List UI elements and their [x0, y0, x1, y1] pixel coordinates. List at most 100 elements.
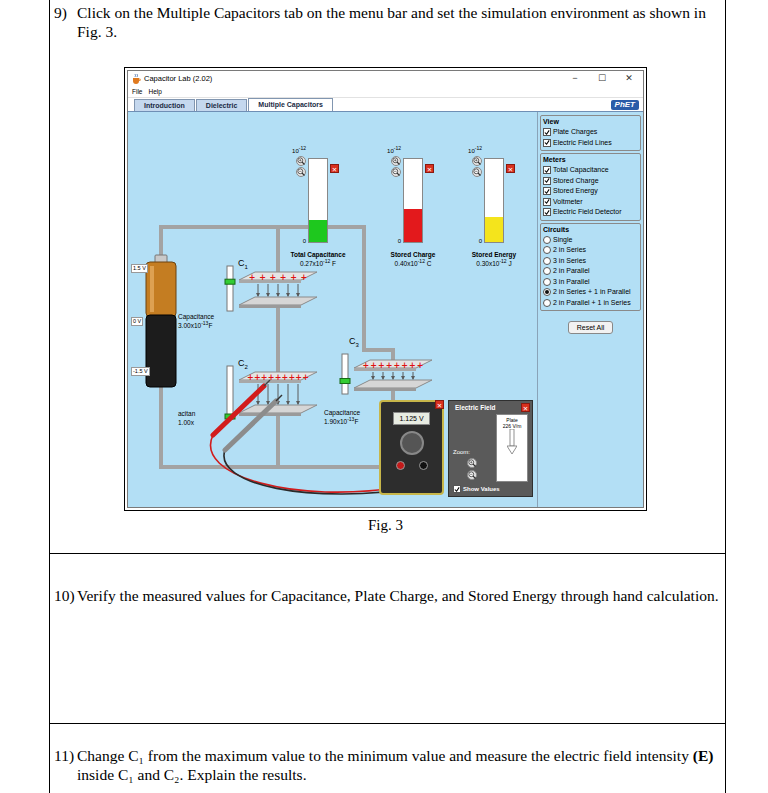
tab[interactable]: Multiple Capacitors [248, 98, 333, 111]
radio-button[interactable] [543, 236, 551, 244]
check-icon [544, 139, 550, 146]
plate-charge: + [288, 373, 295, 382]
radio-option[interactable]: 2 in Series [543, 245, 638, 256]
field-detector[interactable]: Electric Field✕Zoom:Plate226 V/mShow Val… [448, 400, 533, 497]
check-icon [544, 177, 550, 184]
radio-button[interactable] [543, 257, 551, 265]
tab[interactable]: Dielectric [196, 99, 248, 111]
plate-charge: + [378, 361, 385, 370]
plate-charge: + [247, 373, 254, 382]
wire [276, 308, 280, 372]
slider-thumb[interactable] [340, 379, 350, 384]
radio-option[interactable]: 2 in Parallel [543, 266, 638, 277]
checkbox[interactable] [543, 187, 551, 195]
capacitance-value: 3.00x10-13F [178, 321, 214, 330]
window-control-button[interactable]: − [563, 71, 587, 86]
question-section: 10)Verify the measured values for Capaci… [50, 554, 725, 724]
checkbox-option[interactable]: Stored Charge [543, 176, 638, 187]
option-label: 2 in Series [553, 245, 586, 256]
capacitance-slider[interactable] [340, 354, 350, 394]
radio-button[interactable] [543, 278, 551, 286]
option-label: Electric Field Lines [553, 138, 612, 149]
show-values-checkbox[interactable]: Show Values [449, 482, 532, 496]
bar-meter[interactable]: 10-120✕Stored Charge0.40x10-12 C [373, 146, 453, 268]
checkbox[interactable] [543, 139, 551, 147]
zoom-button[interactable] [391, 156, 401, 166]
slider-thumb[interactable] [225, 414, 235, 419]
bar-meter[interactable]: 10-120✕Stored Energy0.30x10-12 J [454, 146, 534, 268]
checkbox-option[interactable]: Electric Field Lines [543, 138, 638, 149]
magnifier-icon [473, 157, 481, 165]
zoom-button[interactable] [467, 458, 477, 468]
checkbox-option[interactable]: Total Capacitance [543, 165, 638, 176]
phet-logo: PhET [611, 100, 639, 110]
question-item: 9)Click on the Multiple Capacitors tab o… [54, 3, 721, 41]
plate-charge: + [259, 273, 266, 282]
zoom-button[interactable] [296, 167, 306, 177]
zoom-button[interactable] [472, 167, 482, 177]
capacitance-value: 1.00x [178, 418, 195, 427]
checkbox-option[interactable]: Electric Field Detector [543, 207, 638, 218]
question-section: 11)Change C₁ from the maximum value to t… [50, 724, 725, 784]
close-button[interactable]: ✕ [330, 164, 339, 173]
window-control-button[interactable]: ☐ [590, 71, 614, 86]
radio-button[interactable] [543, 246, 551, 254]
close-button[interactable]: ✕ [435, 400, 444, 409]
option-label: Voltmeter [553, 197, 583, 208]
radio-option[interactable]: Single [543, 235, 638, 246]
radio-option[interactable]: 3 in Parallel [543, 277, 638, 288]
checkbox[interactable] [453, 485, 461, 493]
reset-all-button[interactable]: Reset All [568, 321, 614, 334]
checkbox[interactable] [543, 128, 551, 136]
plate-charge: + [268, 373, 275, 382]
zoom-button[interactable] [467, 470, 477, 480]
radio-option[interactable]: 3 in Series [543, 256, 638, 267]
radio-button[interactable] [543, 299, 551, 307]
option-label: Plate Charges [553, 127, 597, 138]
tab[interactable]: Introduction [134, 99, 195, 111]
checkbox-option[interactable]: Stored Energy [543, 186, 638, 197]
plate-charge: + [409, 361, 416, 370]
field-reading: 226 V/m [503, 423, 522, 429]
option-label: Single [553, 235, 572, 246]
menu-item[interactable]: File [132, 88, 142, 95]
text-run: inside C₁ and C₂. Explain the results. [77, 766, 307, 783]
plate-charge: + [300, 273, 307, 282]
radio-button[interactable] [543, 288, 551, 296]
voltmeter[interactable]: ✕ 1.125 V [379, 400, 444, 495]
slider-thumb[interactable] [225, 279, 235, 284]
battery-icon[interactable] [146, 255, 176, 387]
plate-charge: + [249, 273, 256, 282]
black-probe[interactable] [225, 401, 276, 450]
close-button[interactable]: ✕ [521, 403, 530, 412]
menu-item[interactable]: Help [148, 88, 161, 95]
checkbox[interactable] [543, 208, 551, 216]
voltmeter-reading: 1.125 V [393, 412, 429, 425]
radio-button[interactable] [543, 267, 551, 275]
zoom-button[interactable] [296, 156, 306, 166]
zoom-button[interactable] [391, 167, 401, 177]
plate-charge: + [261, 373, 268, 382]
checkbox-option[interactable]: Voltmeter [543, 197, 638, 208]
capacitance-slider[interactable] [225, 366, 235, 419]
zoom-button[interactable] [472, 156, 482, 166]
radio-option[interactable]: 2 in Series + 1 in Parallel [543, 287, 638, 298]
magnifier-icon [392, 168, 400, 176]
capacitance-slider[interactable] [225, 266, 235, 311]
plate-charge: + [295, 373, 302, 382]
check-icon [544, 198, 550, 205]
bar-meter[interactable]: 10-120✕Total Capacitance0.27x10-12 F [278, 146, 358, 268]
checkbox[interactable] [543, 177, 551, 185]
red-probe[interactable] [213, 386, 264, 435]
magnifier-icon [468, 459, 476, 467]
checkbox-option[interactable]: Plate Charges [543, 127, 638, 138]
meter-value: 0.40x10-12 C [373, 259, 453, 268]
close-button[interactable]: ✕ [506, 164, 515, 173]
meter-title: Total Capacitance [278, 250, 358, 259]
window-control-button[interactable]: ✕ [617, 71, 641, 86]
radio-option[interactable]: 2 in Parallel + 1 in Series [543, 298, 638, 309]
checkbox[interactable] [543, 166, 551, 174]
close-button[interactable]: ✕ [425, 164, 434, 173]
checkbox[interactable] [543, 198, 551, 206]
control-group: CircuitsSingle2 in Series3 in Series2 in… [540, 223, 641, 312]
